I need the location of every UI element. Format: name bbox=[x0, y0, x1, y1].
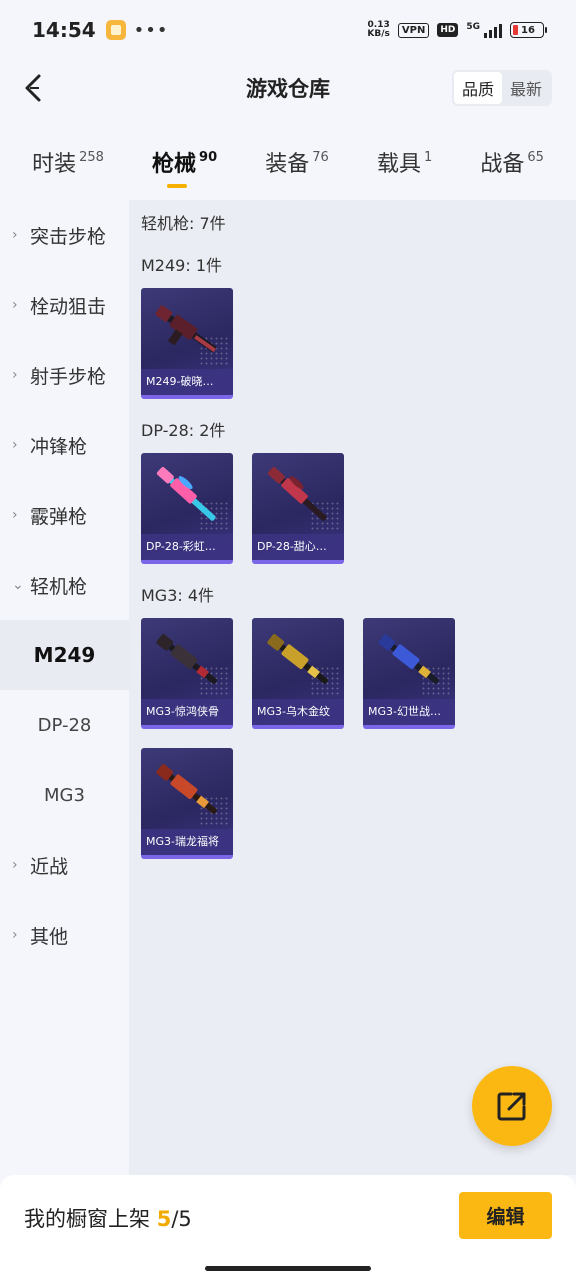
machine-gun-icon bbox=[267, 634, 329, 684]
sort-quality-option[interactable]: 品质 bbox=[453, 72, 502, 104]
sidebar-item-bolt-sniper[interactable]: › 栓动狙击 bbox=[0, 270, 129, 340]
home-indicator[interactable] bbox=[205, 1266, 371, 1271]
sidebar-item-other[interactable]: › 其他 bbox=[0, 900, 129, 970]
weapon-name: M249-破晓… bbox=[141, 369, 233, 395]
tab-equipment[interactable]: 装备 76 bbox=[265, 132, 329, 192]
chevron-right-icon: › bbox=[12, 507, 18, 523]
sidebar-item-shotgun[interactable]: › 霰弹枪 bbox=[0, 480, 129, 550]
sidebar-item-assault-rifle[interactable]: › 突击步枪 bbox=[0, 200, 129, 270]
sidebar-item-lmg[interactable]: ⌄ 轻机枪 bbox=[0, 550, 129, 620]
notification-app-icon bbox=[105, 20, 126, 40]
mg3-group-title: MG3: 4件 bbox=[141, 586, 215, 605]
sidebar-item-smg[interactable]: › 冲锋枪 bbox=[0, 410, 129, 480]
chevron-right-icon: › bbox=[12, 927, 18, 943]
sidebar: › 突击步枪 › 栓动狙击 › 射手步枪 › 冲锋枪 › 霰弹枪 ⌄ 轻机枪 M… bbox=[0, 200, 129, 1175]
mg3-section: MG3: 4件 MG3-惊鸿侠骨 MG3-乌木金纹 MG3-幻世战… MG3-瑞… bbox=[141, 582, 564, 859]
weapon-content: 轻机枪: 7件 M249: 1件 M249-破晓… DP-28: 2件 DP-2… bbox=[129, 200, 576, 1175]
dp28-group-title: DP-28: 2件 bbox=[141, 421, 226, 440]
battery-icon: 16 bbox=[510, 22, 547, 38]
chevron-right-icon: › bbox=[12, 857, 18, 873]
chevron-right-icon: › bbox=[12, 367, 18, 383]
network-speed-unit: KB/s bbox=[367, 29, 390, 39]
share-icon bbox=[497, 1092, 526, 1121]
signal-icon: 5G bbox=[466, 22, 502, 38]
share-button[interactable] bbox=[472, 1066, 552, 1146]
weapon-card[interactable]: DP-28-彩虹… bbox=[141, 453, 233, 564]
sort-newest-option[interactable]: 最新 bbox=[502, 72, 550, 104]
sidebar-subitem-m249[interactable]: M249 bbox=[0, 620, 129, 690]
hd-icon: HD bbox=[437, 23, 459, 37]
machine-gun-icon bbox=[378, 634, 440, 684]
sidebar-subitem-dp28[interactable]: DP-28 bbox=[0, 690, 129, 760]
sidebar-item-marksman-rifle[interactable]: › 射手步枪 bbox=[0, 340, 129, 410]
status-time: 14:54 bbox=[32, 18, 96, 42]
back-arrow-icon bbox=[25, 74, 41, 102]
status-bar: 14:54 ••• 0.13 KB/s VPN HD 5G 16 bbox=[0, 0, 576, 60]
m249-section: M249: 1件 M249-破晓… bbox=[141, 252, 564, 399]
weapon-card[interactable]: MG3-乌木金纹 bbox=[252, 618, 344, 729]
machine-gun-icon bbox=[156, 764, 218, 814]
chevron-right-icon: › bbox=[12, 297, 18, 313]
tab-vehicles[interactable]: 载具 1 bbox=[377, 132, 432, 192]
weapon-card[interactable]: M249-破晓… bbox=[141, 288, 233, 399]
tab-outfits[interactable]: 时装 258 bbox=[32, 132, 104, 192]
vpn-icon: VPN bbox=[397, 22, 430, 38]
tab-battle-prep[interactable]: 战备 65 bbox=[480, 132, 544, 192]
rifle-icon bbox=[267, 466, 327, 521]
machine-gun-icon bbox=[156, 634, 218, 684]
weapon-card[interactable]: MG3-幻世战… bbox=[363, 618, 455, 729]
chevron-down-icon: ⌄ bbox=[12, 577, 24, 593]
weapon-name: MG3-惊鸿侠骨 bbox=[141, 699, 233, 725]
page-title: 游戏仓库 bbox=[246, 77, 330, 101]
header: 游戏仓库 品质 最新 bbox=[0, 60, 576, 116]
weapon-name: DP-28-甜心… bbox=[252, 534, 344, 560]
machine-gun-icon bbox=[155, 305, 217, 353]
sidebar-item-melee[interactable]: › 近战 bbox=[0, 830, 129, 900]
network-speed: 0.13 KB/s bbox=[367, 21, 389, 39]
sidebar-subitem-mg3[interactable]: MG3 bbox=[0, 760, 129, 830]
showcase-status: 我的橱窗上架 5/5 bbox=[24, 1207, 192, 1231]
battery-level: 16 bbox=[521, 24, 535, 36]
weapon-card[interactable]: MG3-惊鸿侠骨 bbox=[141, 618, 233, 729]
chevron-right-icon: › bbox=[12, 437, 18, 453]
bottom-bar: 我的橱窗上架 5/5 编辑 bbox=[0, 1175, 576, 1280]
back-button[interactable] bbox=[14, 70, 50, 106]
weapon-name: DP-28-彩虹… bbox=[141, 534, 233, 560]
showcase-count: 5 bbox=[156, 1207, 172, 1231]
active-tab-indicator bbox=[166, 184, 187, 188]
dp28-section: DP-28: 2件 DP-28-彩虹… DP-28-甜心… bbox=[141, 417, 564, 564]
category-tabs: 时装 258 枪械 90 装备 76 载具 1 战备 65 bbox=[0, 132, 576, 192]
rifle-icon bbox=[156, 466, 216, 521]
tab-guns[interactable]: 枪械 90 bbox=[152, 132, 217, 192]
sort-toggle: 品质 最新 bbox=[451, 70, 552, 106]
showcase-total: 5 bbox=[178, 1207, 192, 1231]
weapon-card[interactable]: MG3-瑞龙福将 bbox=[141, 748, 233, 859]
weapon-card[interactable]: DP-28-甜心… bbox=[252, 453, 344, 564]
weapon-name: MG3-乌木金纹 bbox=[252, 699, 344, 725]
weapon-name: MG3-瑞龙福将 bbox=[141, 829, 233, 855]
weapon-name: MG3-幻世战… bbox=[363, 699, 455, 725]
lmg-total-count: 轻机枪: 7件 bbox=[141, 214, 226, 233]
more-notifications-icon: ••• bbox=[133, 19, 169, 41]
chevron-right-icon: › bbox=[12, 227, 18, 243]
m249-group-title: M249: 1件 bbox=[141, 256, 223, 275]
edit-button[interactable]: 编辑 bbox=[459, 1192, 552, 1239]
